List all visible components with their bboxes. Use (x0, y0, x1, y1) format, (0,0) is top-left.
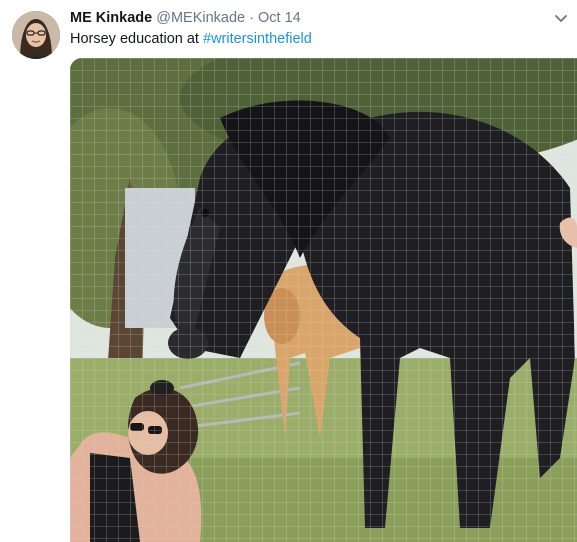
tweet-photo[interactable] (70, 58, 577, 542)
tweet-body: Horsey education at (70, 31, 203, 47)
tweet-header: ME Kinkade @MEKinkade · Oct 14 (70, 10, 577, 30)
hashtag-link[interactable]: #writersinthefield (203, 31, 312, 47)
tweet-text: Horsey education at #writersinthefield (70, 31, 312, 47)
avatar-image (12, 11, 60, 59)
user-avatar[interactable] (12, 11, 60, 59)
chevron-down-icon[interactable] (553, 10, 569, 26)
separator: · (249, 10, 254, 26)
horse-photo (70, 58, 577, 542)
user-handle[interactable]: @MEKinkade (156, 10, 245, 26)
tweet-date[interactable]: Oct 14 (258, 10, 301, 26)
display-name[interactable]: ME Kinkade (70, 10, 152, 26)
